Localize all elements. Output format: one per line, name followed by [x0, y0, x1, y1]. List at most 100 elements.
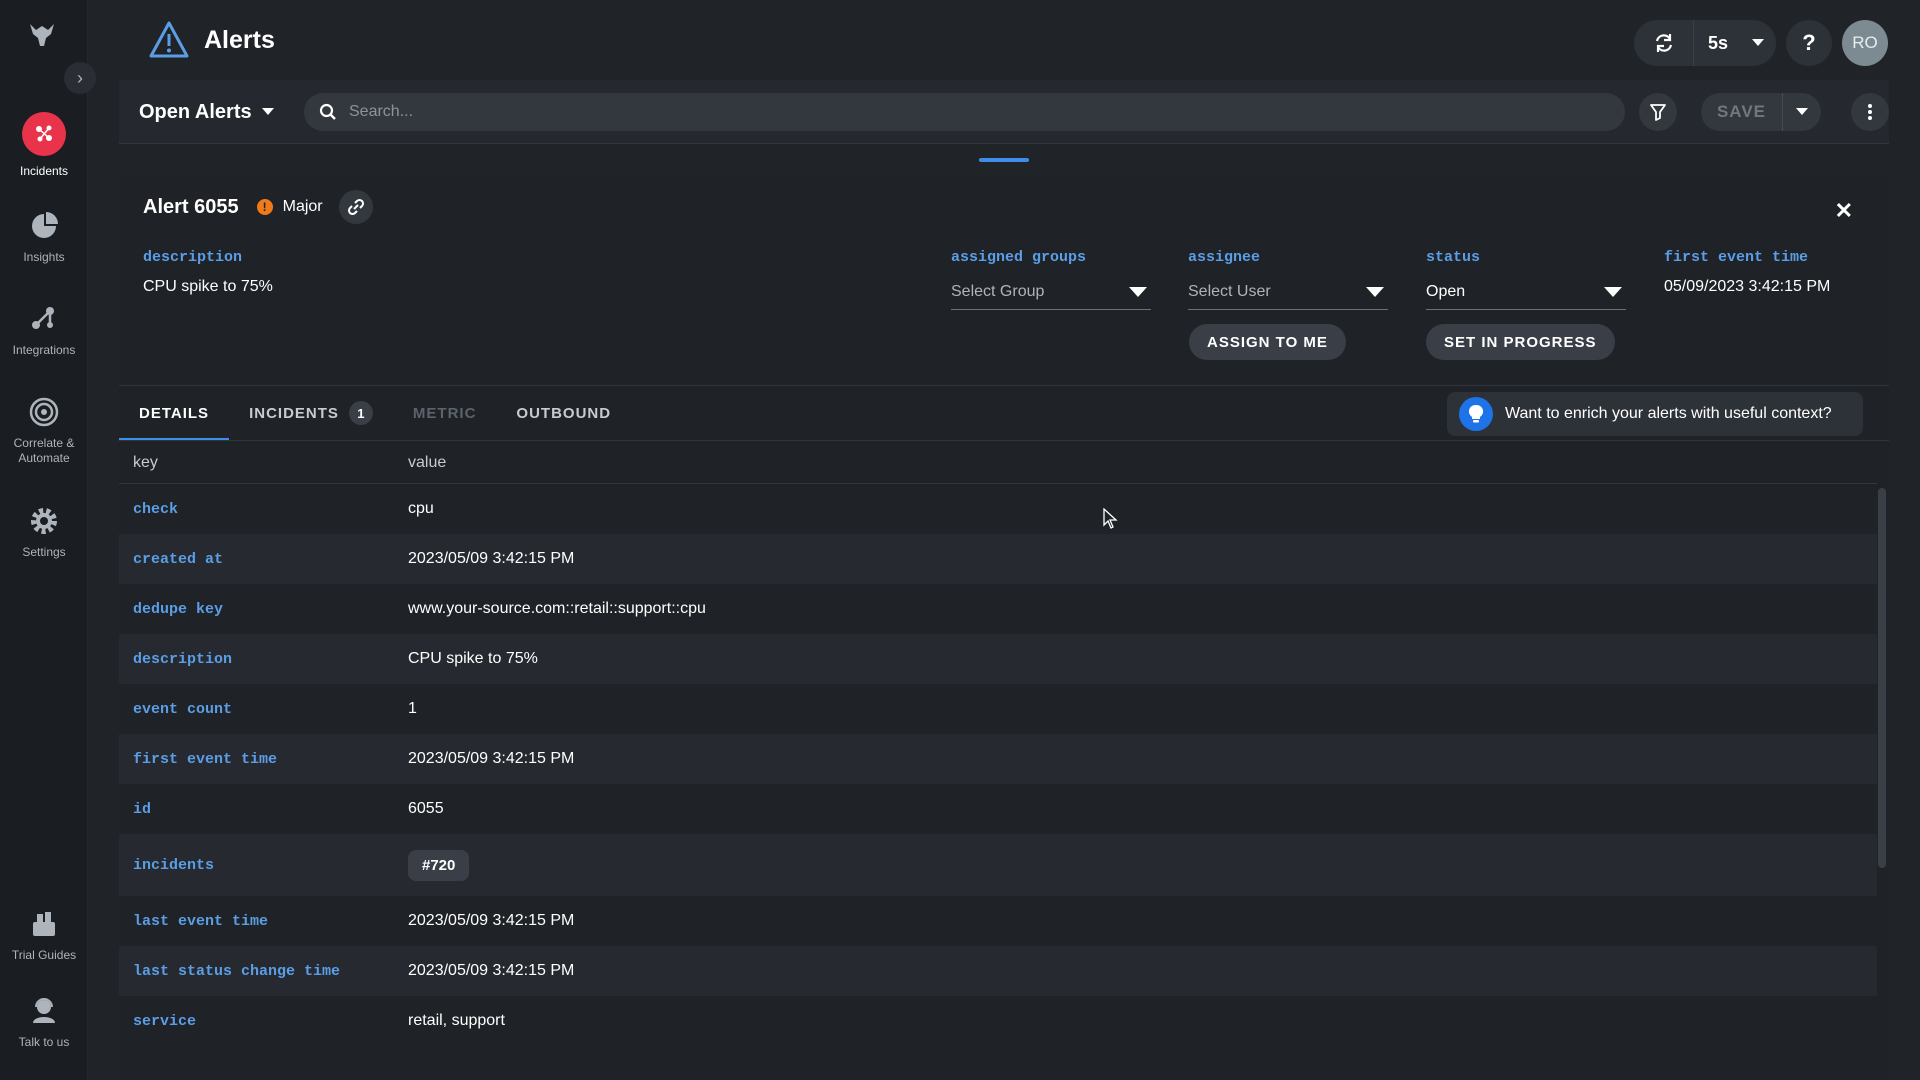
table-row: event count 1	[119, 684, 1877, 734]
row-value: 1	[408, 700, 417, 717]
search-icon	[319, 103, 336, 120]
row-value: cpu	[408, 500, 434, 517]
sidebar-item-label: Settings	[22, 545, 66, 559]
pie-chart-icon	[32, 212, 58, 238]
column-header-value[interactable]: value	[394, 454, 1877, 472]
refresh-interval-select[interactable]: 5s	[1694, 20, 1776, 66]
caret-down-icon	[1366, 286, 1384, 297]
save-button[interactable]: SAVE	[1701, 93, 1783, 131]
caret-down-icon	[1752, 39, 1764, 46]
search-bar	[304, 93, 1625, 131]
assigned-groups-placeholder: Select Group	[951, 282, 1045, 300]
table-scrollbar[interactable]	[1878, 488, 1886, 868]
row-value: retail, support	[408, 1012, 505, 1029]
enrich-alerts-banner[interactable]: Want to enrich your alerts with useful c…	[1447, 392, 1863, 436]
table-row: dedupe key www.your-source.com::retail::s…	[119, 584, 1877, 634]
row-value: 2023/05/09 3:42:15 PM	[408, 962, 575, 979]
sidebar-item-label: Talk to us	[18, 1035, 70, 1049]
sidebar-item-correlate-automate[interactable]: Correlate & Automate	[0, 396, 88, 466]
row-value: www.your-source.com::retail::support::cp…	[408, 600, 706, 617]
sidebar-item-settings[interactable]: Settings	[0, 505, 88, 559]
warning-icon	[149, 21, 189, 58]
incidents-icon	[22, 112, 66, 156]
tab-label: METRIC	[412, 404, 477, 422]
alert-title: Alert 6055	[143, 195, 239, 218]
table-row: description CPU spike to 75%	[119, 634, 1877, 684]
status-value: Open	[1426, 282, 1466, 300]
page-title-text: Alerts	[204, 25, 275, 54]
alert-detail-panel: Alert 6055 ! Major ✕ description CPU spi…	[119, 176, 1889, 1080]
sidebar: › Incidents Insights Integrations Correl…	[0, 0, 96, 1080]
sidebar-item-trial-guides[interactable]: Trial Guides	[0, 908, 88, 962]
refresh-control: 5s	[1634, 20, 1776, 66]
alerts-toolbar: Open Alerts SAVE	[119, 80, 1889, 144]
tab-count-badge: 1	[348, 401, 373, 425]
sidebar-item-integrations[interactable]: Integrations	[0, 303, 88, 357]
more-options-button[interactable]	[1851, 93, 1889, 131]
row-key: last event time	[133, 912, 269, 930]
view-select[interactable]: Open Alerts	[139, 94, 274, 130]
refresh-button[interactable]	[1634, 20, 1694, 66]
close-icon[interactable]: ✕	[1835, 198, 1853, 224]
save-options-button[interactable]	[1783, 93, 1821, 131]
copy-link-button[interactable]	[338, 190, 373, 224]
sidebar-expand-button[interactable]: ›	[64, 62, 96, 94]
integrations-icon	[32, 307, 54, 329]
tab-outbound[interactable]: OUTBOUND	[496, 388, 631, 440]
save-control: SAVE	[1701, 93, 1821, 131]
search-input[interactable]	[349, 103, 1549, 121]
tab-label: OUTBOUND	[516, 404, 612, 422]
incident-link-chip[interactable]: #720	[408, 849, 470, 881]
panel-resize-handle[interactable]	[979, 158, 1029, 162]
row-key: service	[133, 1012, 197, 1030]
section-divider	[119, 385, 1889, 386]
tab-metric[interactable]: METRIC	[393, 388, 497, 440]
assigned-groups-select[interactable]: Select Group	[951, 274, 1151, 310]
view-select-label: Open Alerts	[139, 100, 252, 123]
table-body: check cpu created at 2023/05/09 3:42:15 PM…	[119, 484, 1877, 1046]
row-key: first event time	[133, 750, 278, 768]
sidebar-item-incidents[interactable]: Incidents	[0, 112, 88, 178]
page-title: Alerts	[148, 20, 275, 60]
table-row: last status change time 2023/05/09 3:42:1…	[119, 946, 1877, 996]
avatar-initials: RO	[1852, 33, 1878, 52]
caret-down-icon	[1796, 108, 1808, 115]
tab-label: INCIDENTS	[249, 404, 339, 422]
kebab-icon	[1868, 104, 1872, 120]
assign-to-me-button[interactable]: ASSIGN TO ME	[1189, 324, 1346, 360]
table-row: created at 2023/05/09 3:42:15 PM	[119, 534, 1877, 584]
target-icon	[29, 397, 59, 427]
row-value: 6055	[408, 800, 444, 817]
support-agent-icon	[33, 998, 55, 1023]
row-key: check	[133, 500, 179, 518]
tab-details[interactable]: DETAILS	[119, 388, 230, 440]
logo-icon[interactable]	[24, 16, 60, 52]
refresh-interval-value: 5s	[1708, 32, 1729, 53]
sidebar-item-talk-to-us[interactable]: Talk to us	[0, 995, 88, 1049]
mouse-cursor-icon	[1103, 508, 1118, 529]
assignee-select[interactable]: Select User	[1188, 274, 1388, 310]
refresh-icon	[1655, 34, 1672, 52]
severity-label: Major	[282, 198, 323, 215]
help-button[interactable]: ?	[1786, 20, 1832, 66]
row-key: event count	[133, 700, 233, 718]
tab-label: DETAILS	[139, 404, 210, 422]
severity-icon: !	[256, 199, 273, 215]
set-in-progress-button[interactable]: SET IN PROGRESS	[1426, 324, 1615, 360]
assigned-groups-label: assigned groups	[951, 249, 1087, 266]
tabs-divider	[119, 440, 1889, 441]
row-value: 2023/05/09 3:42:15 PM	[408, 750, 575, 767]
filter-button[interactable]	[1639, 93, 1677, 131]
alert-header: Alert 6055 ! Major	[143, 190, 373, 224]
avatar[interactable]: RO	[1842, 20, 1888, 66]
tab-incidents[interactable]: INCIDENTS 1	[229, 388, 393, 440]
sidebar-item-label: Correlate & Automate	[13, 436, 75, 465]
link-icon	[347, 198, 364, 216]
row-key: dedupe key	[133, 600, 224, 618]
description-label: description	[143, 249, 243, 266]
sidebar-item-insights[interactable]: Insights	[0, 210, 88, 264]
lightbulb-icon	[1459, 397, 1493, 431]
column-header-key[interactable]: key	[119, 454, 394, 472]
caret-down-icon	[1129, 286, 1147, 297]
status-select[interactable]: Open	[1426, 274, 1626, 310]
